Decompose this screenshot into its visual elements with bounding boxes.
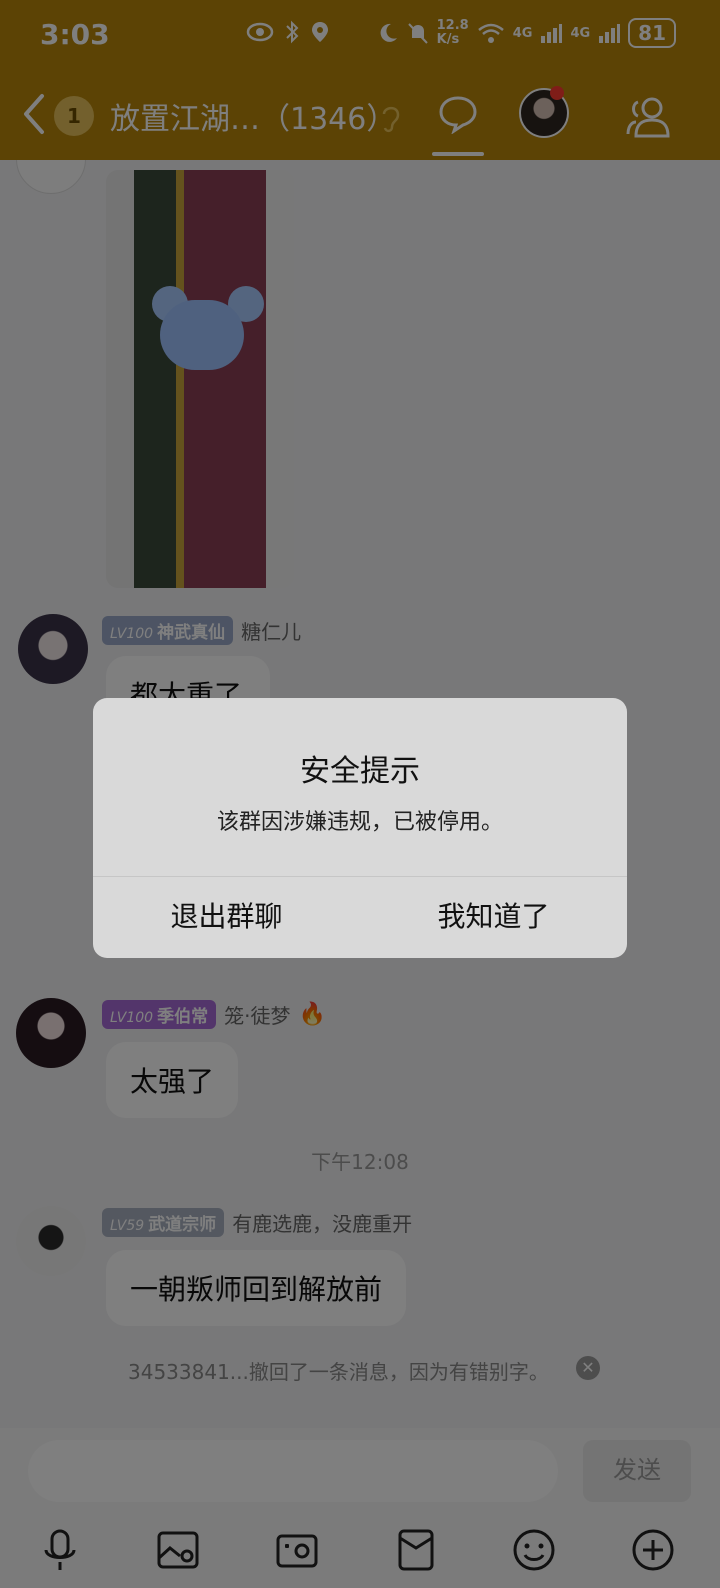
acknowledge-button[interactable]: 我知道了 (360, 876, 627, 958)
exit-group-button[interactable]: 退出群聊 (93, 876, 360, 958)
dialog-title: 安全提示 (300, 754, 420, 789)
security-dialog: 安全提示 该群因涉嫌违规，已被停用。 退出群聊 我知道了 (93, 698, 627, 958)
dialog-message: 该群因涉嫌违规，已被停用。 (216, 810, 503, 835)
